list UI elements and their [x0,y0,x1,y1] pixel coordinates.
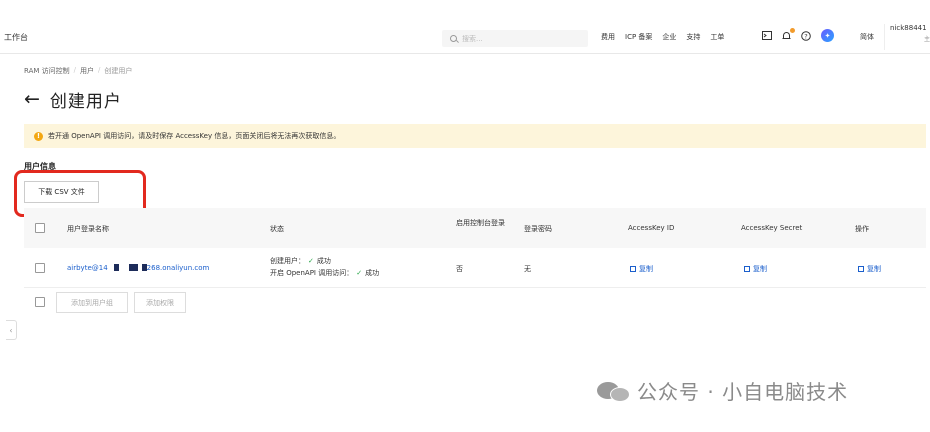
breadcrumb-ram[interactable]: RAM 访问控制 [24,66,70,76]
user-login-name-link[interactable]: airbyte@14 268.onaliyun.com [67,264,209,272]
watermark-text: 公众号 · 小自电脑技术 [637,380,849,404]
console-login-value: 否 [456,265,463,273]
check-icon: ✓ [356,269,363,277]
warning-banner: ! 若开通 OpenAPI 调用访问，请及时保存 AccessKey 信息，页面… [24,124,926,148]
breadcrumb: RAM 访问控制 / 用户 / 创建用户 [24,66,132,76]
login-name-prefix: airbyte@14 [67,264,108,272]
nav-link-icp[interactable]: ICP 备案 [625,32,652,42]
copy-accesskey-id-button[interactable]: 复制 [630,264,653,274]
col-console-login: 启用控制台登录 [456,219,505,227]
top-nav-icons: ? ✦ [762,27,834,42]
table-header: 用户登录名称 状态 启用控制台登录 登录密码 AccessKey ID Acce… [24,208,926,248]
copy-accesskey-secret-button[interactable]: 复制 [744,264,767,274]
status-create-user: 创建用户： ✓ 成功 [270,255,379,267]
password-value: 无 [524,265,531,273]
redaction-mark [128,264,138,271]
status-value: 成功 [365,269,380,277]
top-navbar: 工作台 搜索... 费用 ICP 备案 企业 支持 工单 ? ✦ 简体 nick… [0,0,930,54]
select-all-checkbox[interactable] [35,223,45,233]
breadcrumb-current: 创建用户 [104,67,133,75]
col-accesskey-secret: AccessKey Secret [741,224,803,232]
copy-icon [744,266,750,272]
copy-label: 复制 [867,265,881,273]
redaction-mark [113,264,119,271]
status-value: 成功 [316,257,331,265]
login-name-suffix: 268.onaliyun.com [146,264,210,272]
console-home-link[interactable]: 工作台 [4,32,28,43]
top-nav-links: 费用 ICP 备案 企业 支持 工单 [601,32,724,42]
assistant-logo-icon[interactable]: ✦ [821,29,834,42]
col-login-name: 用户登录名称 [67,225,109,233]
search-icon [450,35,457,42]
status-label: 开启 OpenAPI 调用访问： [270,269,354,277]
search-input[interactable]: 搜索... [442,30,588,47]
wechat-icon [597,380,631,402]
add-to-group-button[interactable]: 添加到用户组 [56,292,128,313]
copy-all-button[interactable]: 复制 [858,264,881,274]
breadcrumb-separator: / [73,66,76,74]
add-permission-button[interactable]: 添加权限 [134,292,186,313]
col-actions: 操作 [855,225,869,233]
help-icon[interactable]: ? [801,30,811,41]
bulk-select-checkbox[interactable] [35,297,45,307]
status-cell: 创建用户： ✓ 成功 开启 OpenAPI 调用访问： ✓ 成功 [270,255,379,279]
language-switch[interactable]: 简体 [860,32,874,42]
breadcrumb-separator: / [98,66,101,74]
user-account-menu[interactable]: nick88441 主 [884,24,930,50]
warning-text: 若开通 OpenAPI 调用访问，请及时保存 AccessKey 信息，页面关闭… [48,132,341,140]
bell-icon[interactable] [782,27,795,41]
svg-text:?: ? [804,32,807,40]
copy-icon [630,266,636,272]
warning-icon: ! [34,131,43,141]
page-title: 创建用户 [49,92,122,112]
notification-dot [790,27,795,33]
nav-link-billing[interactable]: 费用 [601,32,615,42]
terminal-icon[interactable] [762,31,772,40]
nav-link-enterprise[interactable]: 企业 [662,32,676,42]
row-checkbox[interactable] [35,263,45,273]
breadcrumb-users[interactable]: 用户 [80,66,94,76]
back-arrow-icon[interactable]: ← [24,90,40,109]
nav-link-ticket[interactable]: 工单 [710,32,724,42]
copy-label: 复制 [753,265,767,273]
user-role: 主 [923,36,930,43]
col-accesskey-id: AccessKey ID [628,224,675,232]
search-placeholder: 搜索... [462,34,483,43]
table-row: airbyte@14 268.onaliyun.com 创建用户： ✓ 成功 开启 O… [24,248,926,288]
copy-icon [858,266,864,272]
col-status: 状态 [270,225,284,233]
check-icon: ✓ [308,257,314,265]
user-name: nick88441 [890,24,927,32]
status-openapi: 开启 OpenAPI 调用访问： ✓ 成功 [270,267,379,279]
collapse-sidebar-icon[interactable]: ‹ [6,320,17,340]
copy-label: 复制 [639,265,653,273]
nav-link-support[interactable]: 支持 [686,32,700,42]
col-password: 登录密码 [524,225,552,233]
page-header: ← 创建用户 [24,87,122,113]
status-label: 创建用户： [270,257,305,265]
watermark: 公众号 · 小自电脑技术 [597,376,848,405]
